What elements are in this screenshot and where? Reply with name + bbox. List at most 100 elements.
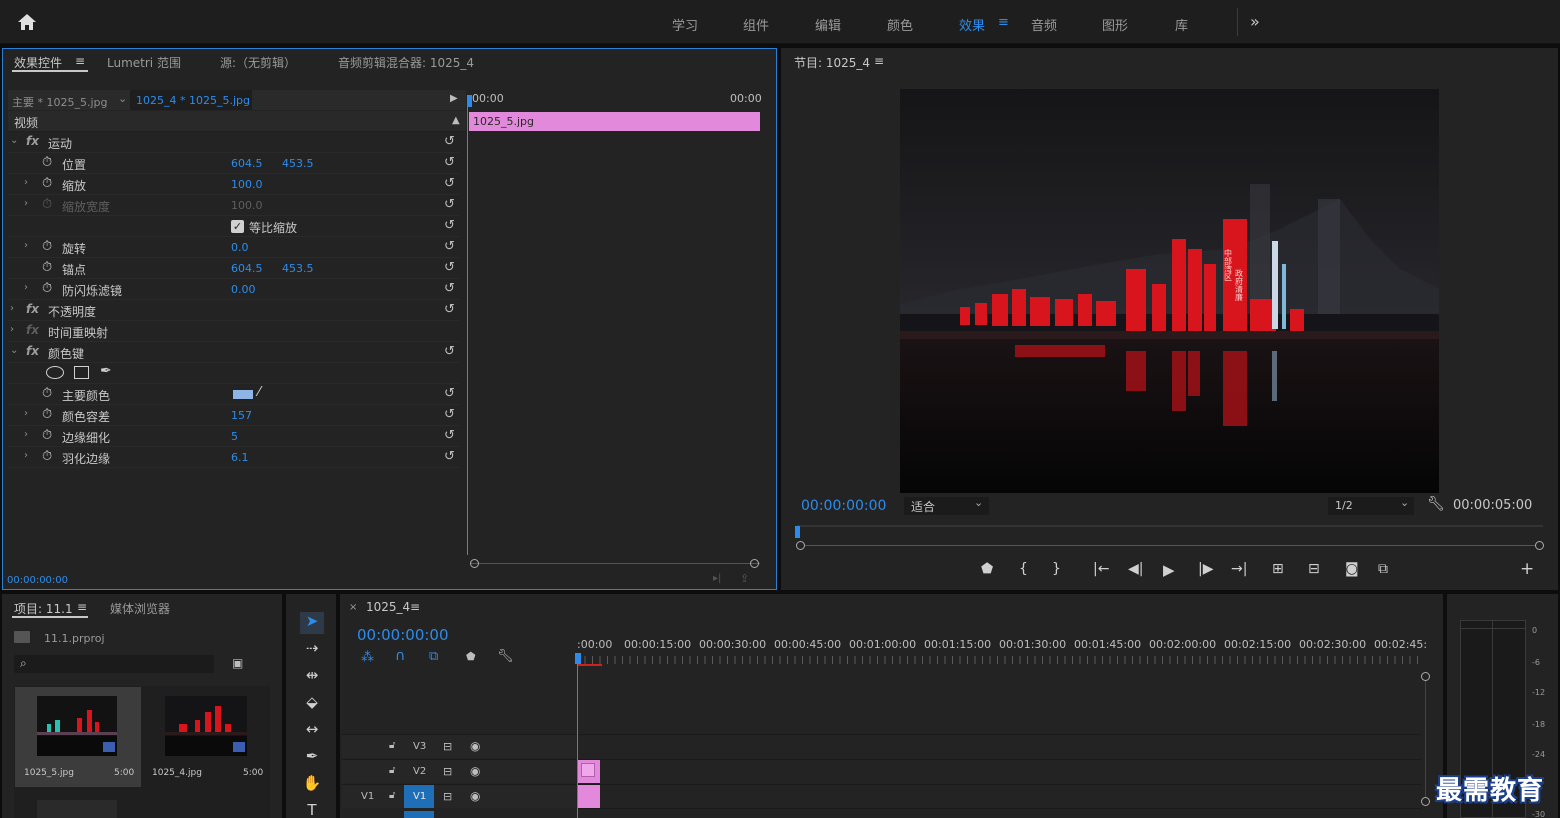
vscroll-handle-top[interactable] — [1421, 672, 1430, 681]
tab-project[interactable]: 项目: 11.1 — [14, 600, 73, 617]
ec-playhead[interactable] — [467, 95, 472, 107]
param-value[interactable]: 100.0 — [231, 178, 263, 191]
reset-icon[interactable]: ↺ — [444, 260, 455, 275]
ws-assembly[interactable]: 组件 — [743, 15, 769, 34]
close-tab-icon[interactable]: × — [349, 602, 357, 613]
chevron-down-icon[interactable]: ⌄ — [10, 135, 18, 146]
param-row-key-color[interactable]: ⏱ 主要颜色 ⁄ ↺ — [8, 384, 460, 405]
lock-icon[interactable]: 🔓︎ — [389, 765, 395, 776]
wrench-icon[interactable]: 🔧︎ — [1427, 496, 1445, 512]
play-icon[interactable]: ▶ — [1163, 561, 1175, 579]
sequence-clip-label[interactable]: 1025_4 * 1025_5.jpg — [136, 94, 250, 107]
home-icon[interactable] — [16, 12, 38, 32]
panel-menu-icon[interactable]: ≡ — [77, 600, 87, 614]
timeline-tab[interactable]: 1025_4 — [366, 600, 410, 614]
ws-effects[interactable]: 效果 — [959, 15, 985, 34]
effect-row-color-key[interactable]: ⌄ fx 颜色键 ↺ — [8, 342, 460, 363]
tab-lumetri-scopes[interactable]: Lumetri 范围 — [107, 54, 181, 71]
reset-icon[interactable]: ↺ — [444, 428, 455, 443]
track-select-tool-icon[interactable]: ⇢ — [300, 639, 324, 661]
lock-icon[interactable]: 🔓︎ — [389, 790, 395, 801]
panel-menu-icon[interactable]: ≡ — [410, 600, 420, 614]
mark-in-icon[interactable]: { — [1019, 561, 1028, 577]
reset-icon[interactable]: ↺ — [444, 239, 455, 254]
stopwatch-icon[interactable]: ⏱ — [42, 260, 52, 275]
nest-sequence-icon[interactable]: ⁂ — [361, 650, 374, 665]
step-back-icon[interactable]: ◀| — [1128, 561, 1143, 577]
chevron-right-icon[interactable]: › — [24, 177, 28, 188]
timeline-ruler-ticks[interactable] — [577, 656, 1420, 664]
reset-icon[interactable]: ↺ — [444, 134, 455, 149]
reset-icon[interactable]: ↺ — [444, 449, 455, 464]
timeline-settings-wrench-icon[interactable]: 🔧︎ — [497, 649, 514, 664]
param-row-anchor[interactable]: ⏱ 锚点 604.5 453.5 ↺ — [8, 258, 460, 279]
razor-tool-icon[interactable]: ⬙ — [300, 693, 324, 715]
project-search-input[interactable] — [14, 655, 214, 673]
program-zoom-handle-left[interactable] — [796, 541, 805, 550]
program-playhead[interactable] — [795, 526, 800, 538]
param-row-scale[interactable]: › ⏱ 缩放 100.0 ↺ — [8, 174, 460, 195]
add-button-icon[interactable]: + — [1520, 559, 1534, 579]
eyedropper-icon[interactable]: ⁄ — [258, 385, 260, 400]
slip-tool-icon[interactable]: ↔ — [300, 720, 324, 742]
tab-source[interactable]: 源:（无剪辑） — [220, 54, 296, 71]
param-value-x[interactable]: 604.5 — [231, 262, 263, 275]
new-bin-icon[interactable]: ▣ — [232, 656, 243, 670]
param-value[interactable]: 5 — [231, 430, 238, 443]
reset-icon[interactable]: ↺ — [444, 344, 455, 359]
chevron-right-icon[interactable]: › — [24, 240, 28, 251]
reset-icon[interactable]: ↺ — [444, 197, 455, 212]
effect-row-motion[interactable]: ⌄ fx 运动 ↺ — [8, 132, 460, 153]
uniform-scale-checkbox[interactable]: ✓ — [231, 220, 244, 233]
reset-icon[interactable]: ↺ — [444, 281, 455, 296]
reset-icon[interactable]: ↺ — [444, 386, 455, 401]
param-row-edge-feather[interactable]: › ⏱ 羽化边缘 6.1 ↺ — [8, 447, 460, 468]
step-forward-icon[interactable]: |▶ — [1198, 561, 1213, 577]
param-value[interactable]: 0.0 — [231, 241, 249, 254]
ws-color[interactable]: 颜色 — [887, 15, 913, 34]
filter-icon[interactable]: ▸| — [713, 573, 721, 584]
panel-menu-icon[interactable]: ≡ — [75, 54, 85, 68]
param-row-position[interactable]: ⏱ 位置 604.5 453.5 ↺ — [8, 153, 460, 174]
go-to-in-icon[interactable]: |← — [1093, 561, 1109, 577]
pen-mask-icon[interactable]: ✒ — [100, 363, 112, 379]
param-row-edge-thin[interactable]: › ⏱ 边缘细化 5 ↺ — [8, 426, 460, 447]
timeline-playhead[interactable] — [575, 653, 581, 664]
rectangle-mask-icon[interactable] — [74, 366, 89, 379]
ws-audio[interactable]: 音频 — [1031, 15, 1057, 34]
param-value[interactable]: 6.1 — [231, 451, 249, 464]
program-zoom-bar[interactable] — [800, 545, 1540, 546]
clip-v1[interactable] — [578, 785, 600, 808]
chevron-down-icon[interactable]: ⌄ — [1400, 496, 1409, 509]
param-value[interactable]: 0.00 — [231, 283, 256, 296]
stopwatch-icon[interactable]: ⏱ — [42, 155, 52, 170]
eye-icon[interactable]: ◉ — [470, 764, 480, 778]
reset-icon[interactable]: ↺ — [444, 302, 455, 317]
mark-out-icon[interactable]: } — [1052, 561, 1061, 577]
fx-icon[interactable]: fx — [26, 134, 39, 148]
chevron-down-icon[interactable]: ⌄ — [118, 92, 127, 105]
reset-icon[interactable]: ↺ — [444, 218, 455, 233]
program-ruler[interactable] — [797, 525, 1543, 527]
timeline-vscroll[interactable] — [1425, 676, 1426, 802]
reset-icon[interactable]: ↺ — [444, 176, 455, 191]
source-patch-v1[interactable]: V1 — [361, 791, 374, 802]
eye-icon[interactable]: ◉ — [470, 739, 480, 753]
chevron-right-icon[interactable]: › — [24, 450, 28, 461]
reset-icon[interactable]: ↺ — [444, 407, 455, 422]
chevron-right-icon[interactable]: › — [24, 408, 28, 419]
stopwatch-icon[interactable]: ⏱ — [42, 449, 52, 464]
lift-icon[interactable]: ⊞ — [1272, 561, 1284, 577]
selection-tool-icon[interactable]: ➤ — [300, 612, 324, 634]
eye-icon[interactable]: ◉ — [470, 789, 480, 803]
comparison-view-icon[interactable]: ⧉ — [1378, 561, 1388, 577]
hand-tool-icon[interactable]: ✋ — [300, 774, 324, 796]
ec-timecode[interactable]: 00:00:00:00 — [7, 575, 68, 586]
quality-dropdown-label[interactable]: 1/2 — [1335, 499, 1353, 512]
tab-audio-clip-mixer[interactable]: 音频剪辑混合器: 1025_4 — [338, 54, 474, 71]
sync-lock-icon[interactable]: ⊟ — [443, 740, 452, 753]
chevron-right-icon[interactable]: › — [24, 429, 28, 440]
type-tool-icon[interactable]: T — [300, 801, 324, 818]
chevron-right-icon[interactable]: › — [10, 303, 14, 314]
chevron-right-icon[interactable]: › — [24, 198, 28, 209]
